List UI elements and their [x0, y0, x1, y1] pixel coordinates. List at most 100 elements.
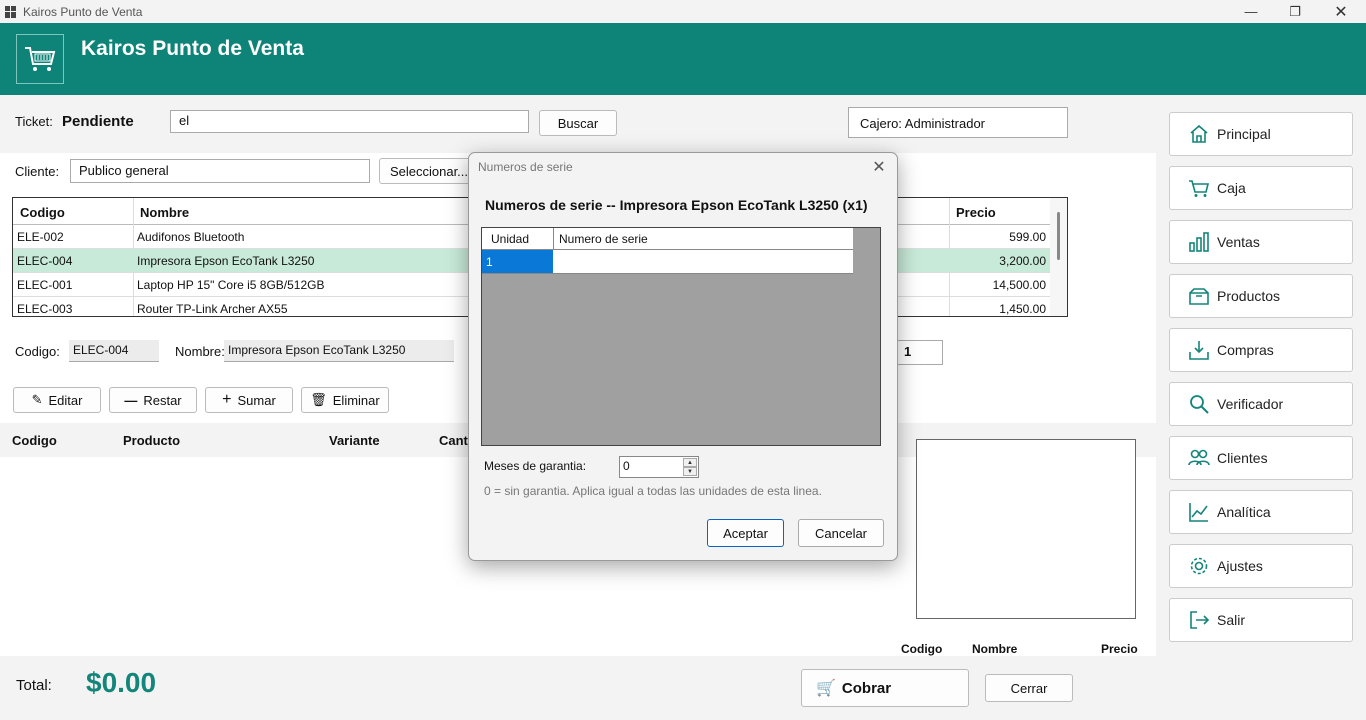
- cart-logo-icon: [16, 34, 64, 84]
- column-header-name[interactable]: Nombre: [140, 205, 189, 220]
- search-icon: [1188, 393, 1210, 415]
- column-header-serial[interactable]: Numero de serie: [559, 232, 648, 246]
- cashier-field: Cajero: Administrador: [848, 107, 1068, 138]
- charge-button[interactable]: 🛒 Cobrar: [801, 669, 969, 707]
- subtract-button[interactable]: — Restar: [109, 387, 197, 413]
- row-price: 14,500.00: [992, 278, 1046, 292]
- minus-icon: —: [124, 392, 138, 408]
- warranty-hint: 0 = sin garantia. Aplica igual a todas l…: [484, 484, 822, 498]
- sidebar-item-compras[interactable]: Compras: [1169, 328, 1353, 372]
- cancel-button[interactable]: Cancelar: [798, 519, 884, 547]
- column-header-unit[interactable]: Unidad: [491, 232, 529, 246]
- sidebar-item-caja[interactable]: Caja: [1169, 166, 1353, 210]
- serial-grid-header: Unidad Numero de serie: [482, 228, 853, 250]
- column-header-price[interactable]: Precio: [956, 205, 996, 220]
- code-field: ELEC-004: [69, 340, 159, 362]
- cart-column-variant[interactable]: Variante: [329, 433, 380, 448]
- sidebar-item-analitica[interactable]: Analítica: [1169, 490, 1353, 534]
- minimize-button[interactable]: —: [1228, 0, 1274, 23]
- search-input[interactable]: el: [170, 110, 529, 133]
- search-button[interactable]: Buscar: [539, 110, 617, 136]
- dialog-heading: Numeros de serie -- Impresora Epson EcoT…: [485, 197, 868, 213]
- column-divider: [133, 198, 134, 316]
- name-field: Impresora Epson EcoTank L3250: [224, 340, 454, 362]
- row-code: ELEC-003: [17, 302, 73, 316]
- chevron-up-icon[interactable]: ▲: [683, 458, 697, 467]
- sidebar-item-ajustes[interactable]: Ajustes: [1169, 544, 1353, 588]
- sidebar-item-label: Salir: [1217, 612, 1246, 628]
- name-label: Nombre:: [175, 344, 225, 359]
- table-row[interactable]: 1: [482, 250, 853, 274]
- row-code: ELE-002: [17, 230, 64, 244]
- column-divider: [949, 198, 950, 316]
- dialog-title: Numeros de serie: [478, 160, 573, 174]
- ticket-strip: Ticket: Pendiente el Buscar Cajero: Admi…: [0, 95, 1156, 153]
- bar-chart-icon: [1188, 231, 1210, 253]
- subtract-label: Restar: [143, 392, 182, 408]
- sidebar-item-label: Clientes: [1217, 450, 1268, 466]
- box-icon: [1188, 285, 1210, 307]
- close-button[interactable]: Cerrar: [985, 674, 1073, 702]
- row-price: 599.00: [1009, 230, 1046, 244]
- delete-label: Eliminar: [332, 392, 380, 408]
- sidebar-item-label: Ajustes: [1217, 558, 1263, 574]
- add-label: Sumar: [237, 392, 276, 408]
- chevron-down-icon[interactable]: ▼: [683, 467, 697, 476]
- sidebar-item-salir[interactable]: Salir: [1169, 598, 1353, 642]
- row-name: Router TP-Link Archer AX55: [137, 302, 288, 316]
- row-name: Impresora Epson EcoTank L3250: [137, 254, 315, 268]
- window-title: Kairos Punto de Venta: [23, 4, 143, 19]
- cart-icon: [1188, 177, 1210, 199]
- cart-column-product[interactable]: Producto: [123, 433, 180, 448]
- scrollbar-thumb[interactable]: [1057, 212, 1060, 260]
- restore-button[interactable]: ❐: [1272, 0, 1318, 23]
- sidebar-item-clientes[interactable]: Clientes: [1169, 436, 1353, 480]
- sidebar-item-label: Compras: [1217, 342, 1274, 358]
- total-strip: Total: $0.00 🛒 Cobrar Cerrar: [0, 656, 1156, 720]
- cart-check-icon: 🛒: [816, 680, 836, 697]
- total-amount: $0.00: [86, 667, 157, 698]
- sidebar-item-label: Ventas: [1217, 234, 1260, 250]
- plus-icon: +: [222, 391, 232, 408]
- products-scrollbar[interactable]: [1050, 198, 1067, 316]
- home-icon: [1188, 123, 1210, 145]
- edit-button[interactable]: ✎ Editar: [13, 387, 101, 413]
- row-price: 1,450.00: [999, 302, 1046, 316]
- warranty-stepper[interactable]: 0 ▲ ▼: [619, 456, 699, 478]
- warranty-value: 0: [623, 459, 630, 473]
- total-label: Total:: [16, 677, 52, 694]
- product-image-preview: [916, 439, 1136, 619]
- column-divider: [553, 228, 554, 250]
- add-button[interactable]: + Sumar: [205, 387, 293, 413]
- unit-cell[interactable]: 1: [482, 250, 553, 273]
- row-price: 3,200.00: [999, 254, 1046, 268]
- serial-cell[interactable]: [554, 250, 853, 273]
- client-field[interactable]: Publico general: [70, 159, 370, 183]
- cart-column-code[interactable]: Codigo: [12, 433, 57, 448]
- app-title: Kairos Punto de Venta: [81, 37, 304, 60]
- charge-label: Cobrar: [841, 679, 892, 697]
- column-header-code[interactable]: Codigo: [20, 205, 65, 220]
- code-label: Codigo:: [15, 344, 60, 359]
- row-name: Laptop HP 15" Core i5 8GB/512GB: [137, 278, 325, 292]
- window-titlebar: Kairos Punto de Venta — ❐ ✕: [0, 0, 1366, 23]
- accept-button[interactable]: Aceptar: [707, 519, 784, 547]
- line-chart-icon: [1188, 501, 1210, 523]
- sidebar-item-label: Verificador: [1217, 396, 1284, 412]
- close-window-button[interactable]: ✕: [1318, 0, 1364, 23]
- cart-column-quantity[interactable]: Canti: [439, 433, 472, 448]
- mini-column-price: Precio: [1101, 642, 1138, 656]
- sidebar-item-productos[interactable]: Productos: [1169, 274, 1353, 318]
- row-code: ELEC-004: [17, 254, 73, 268]
- ticket-label: Ticket:: [15, 114, 53, 129]
- serial-grid[interactable]: Unidad Numero de serie 1: [481, 227, 881, 446]
- sidebar-item-verificador[interactable]: Verificador: [1169, 382, 1353, 426]
- logout-icon: [1188, 609, 1210, 631]
- sidebar-item-principal[interactable]: Principal: [1169, 112, 1353, 156]
- dialog-close-icon[interactable]: ✕: [869, 157, 889, 177]
- delete-button[interactable]: 🗑 Eliminar: [301, 387, 389, 413]
- quantity-field[interactable]: 1: [895, 340, 943, 365]
- select-client-button[interactable]: Seleccionar...: [379, 158, 479, 184]
- ticket-status: Pendiente: [62, 113, 134, 130]
- sidebar-item-ventas[interactable]: Ventas: [1169, 220, 1353, 264]
